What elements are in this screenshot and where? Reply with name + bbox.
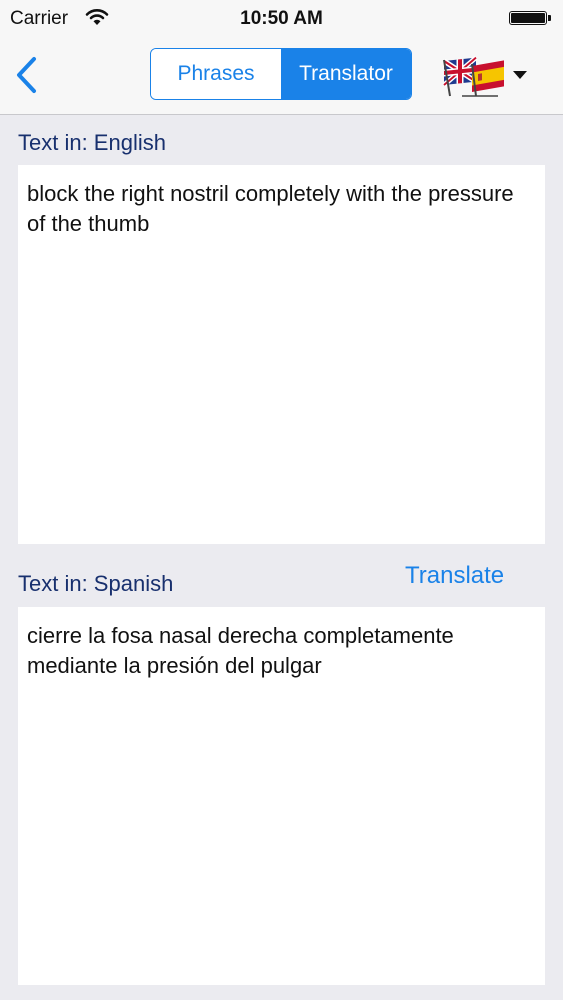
target-text-area[interactable]: cierre la fosa nasal derecha completamen… xyxy=(18,607,545,985)
uk-spain-flags-icon xyxy=(442,55,504,97)
status-bar: Carrier 10:50 AM xyxy=(0,0,563,38)
tab-translator[interactable]: Translator xyxy=(281,49,411,99)
tab-phrases[interactable]: Phrases xyxy=(151,49,281,99)
status-time: 10:50 AM xyxy=(240,8,323,29)
target-language-label: Text in: Spanish xyxy=(18,571,174,596)
chevron-down-icon xyxy=(513,71,527,79)
mode-segmented-control: Phrases Translator xyxy=(150,48,412,100)
source-text-area[interactable]: block the right nostril completely with … xyxy=(18,165,545,544)
translate-button[interactable]: Translate xyxy=(405,562,504,590)
navigation-bar: Phrases Translator xyxy=(0,38,563,115)
language-picker-button[interactable] xyxy=(442,54,532,98)
battery-icon xyxy=(509,11,553,26)
source-language-label: Text in: English xyxy=(18,130,166,155)
chevron-left-icon xyxy=(17,57,36,93)
back-button[interactable] xyxy=(10,56,44,94)
